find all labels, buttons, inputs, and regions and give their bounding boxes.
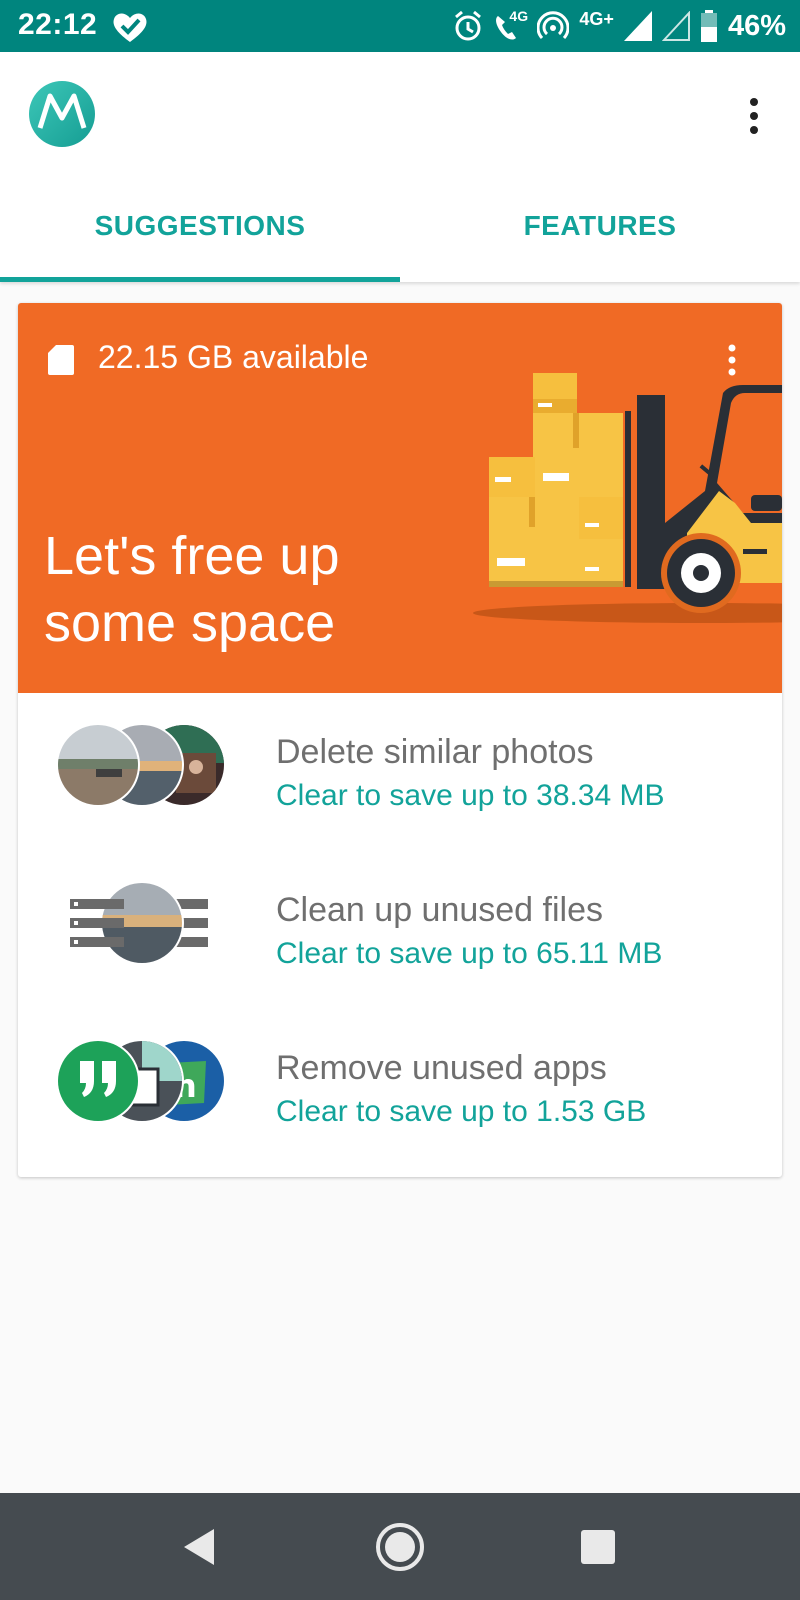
battery-percent: 46% — [727, 9, 786, 42]
unused-files-icon — [70, 881, 208, 965]
network-type: 4G+ — [579, 8, 614, 29]
navigation-bar — [0, 1493, 800, 1600]
home-icon[interactable] — [374, 1521, 426, 1573]
recents-icon[interactable] — [572, 1521, 624, 1573]
suggestion-delete-photos[interactable]: Delete similar photos Clear to save up t… — [18, 703, 782, 833]
alarm-icon — [455, 10, 482, 41]
status-time: 22:12 — [18, 8, 98, 41]
storage-available: 22.15 GB available — [98, 339, 369, 375]
wifi-calling-icon: 4G — [493, 8, 529, 42]
storage-hero: 22.15 GB available Let's free up some sp… — [18, 303, 782, 693]
suggestion-title: Remove unused apps — [276, 1049, 607, 1087]
suggestion-title: Delete similar photos — [276, 733, 594, 771]
tab-suggestions[interactable]: SUGGESTIONS — [0, 206, 400, 276]
signal-empty-icon — [661, 11, 690, 41]
storage-card: 22.15 GB available Let's free up some sp… — [18, 303, 782, 1177]
motorola-logo-icon — [29, 81, 95, 147]
suggestion-remove-apps[interactable]: n Remove unused apps Clear to save up to… — [18, 1019, 782, 1149]
more-options-icon[interactable] — [742, 96, 766, 136]
app-bar: SUGGESTIONS FEATURES — [0, 52, 800, 282]
suggestion-subtitle: Clear to save up to 1.53 GB — [276, 1095, 647, 1128]
forklift-illustration — [473, 373, 782, 623]
tab-indicator — [0, 277, 400, 282]
status-bar: 22:12 4G 4G+ 46% — [0, 0, 800, 52]
card-more-icon[interactable] — [726, 343, 738, 377]
battery-icon — [700, 10, 717, 42]
sd-card-icon — [48, 345, 74, 375]
suggestion-title: Clean up unused files — [276, 891, 604, 929]
hero-headline: Let's free up some space — [44, 526, 340, 653]
suggestion-subtitle: Clear to save up to 65.11 MB — [276, 937, 663, 970]
suggestion-subtitle: Clear to save up to 38.34 MB — [276, 779, 665, 812]
tab-features[interactable]: FEATURES — [400, 206, 800, 276]
suggestion-clean-files[interactable]: Clean up unused files Clear to save up t… — [18, 861, 782, 991]
signal-icon — [623, 11, 652, 41]
unused-apps-icon: n — [56, 1039, 224, 1123]
health-heart-icon — [113, 13, 147, 42]
similar-photos-icon — [56, 723, 224, 807]
status-icons: 4G 4G+ 46% — [453, 8, 786, 44]
back-icon[interactable] — [174, 1521, 226, 1573]
call-badge: 4G — [509, 8, 529, 24]
hotspot-icon — [537, 11, 570, 40]
